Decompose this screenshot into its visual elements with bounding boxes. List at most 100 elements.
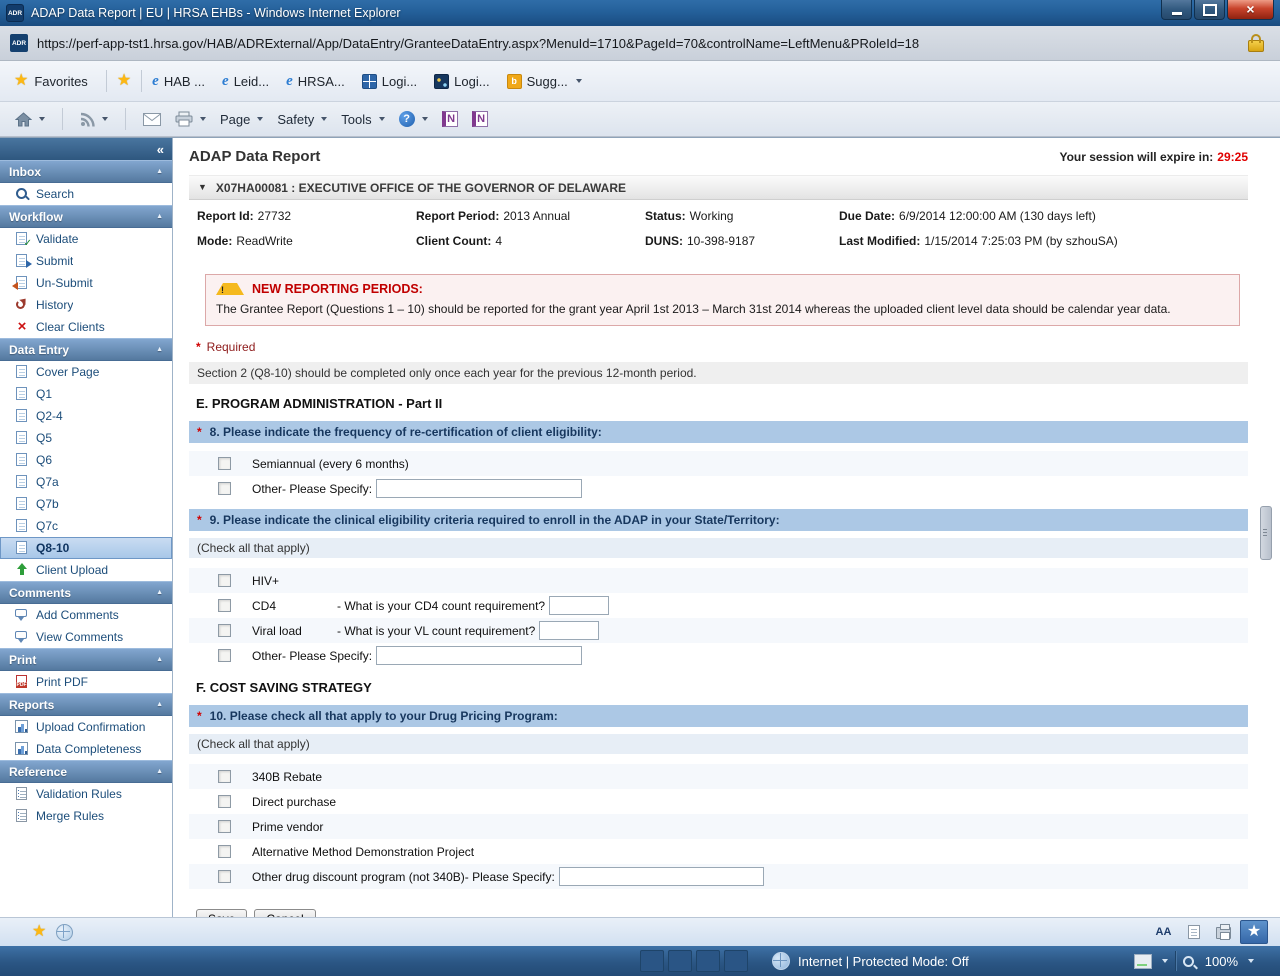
q9-viral-load-checkbox[interactable]: [218, 624, 231, 637]
sidebar-item-q5[interactable]: Q5: [0, 427, 172, 449]
compatibility-view-icon[interactable]: [1134, 954, 1152, 969]
sidebar-item-submit[interactable]: Submit: [0, 250, 172, 272]
sidebar-item-q8-10[interactable]: Q8-10: [0, 537, 172, 559]
favorite-item-leid[interactable]: e Leid...: [222, 74, 269, 89]
favorite-item-hrsa[interactable]: e HRSA...: [286, 74, 345, 89]
sidebar-item-client-upload[interactable]: Client Upload: [0, 559, 172, 581]
sidebar-section-data-entry[interactable]: Data Entry: [0, 338, 172, 361]
onenote-icon: N: [442, 111, 458, 127]
security-zone[interactable]: Internet | Protected Mode: Off: [772, 946, 969, 976]
separator: [141, 70, 142, 92]
sidebar-section-reference[interactable]: Reference: [0, 760, 172, 783]
sidebar-item-q6[interactable]: Q6: [0, 449, 172, 471]
page-menu[interactable]: Page: [213, 108, 270, 131]
sidebar-section-print[interactable]: Print: [0, 648, 172, 671]
favorites-star-icon[interactable]: [32, 924, 46, 940]
home-button[interactable]: [8, 108, 52, 131]
section-note: Section 2 (Q8-10) should be completed on…: [189, 362, 1248, 384]
collapse-arrow-icon: [156, 701, 163, 708]
favorites-star-icon[interactable]: [14, 73, 28, 89]
sidebar-section-reports[interactable]: Reports: [0, 693, 172, 716]
sidebar-item-merge-rules[interactable]: Merge Rules: [0, 805, 172, 827]
sidebar-item-history[interactable]: History: [0, 294, 172, 316]
cancel-button[interactable]: Cancel: [254, 909, 315, 917]
chevron-down-icon[interactable]: [1248, 959, 1254, 963]
sidebar-item-q7b[interactable]: Q7b: [0, 493, 172, 515]
q10-other-input[interactable]: [559, 867, 764, 886]
sidebar-item-q7a[interactable]: Q7a: [0, 471, 172, 493]
onenote-linked-notes-button[interactable]: N: [465, 107, 495, 131]
sidebar-section-comments[interactable]: Comments: [0, 581, 172, 604]
q8-other-checkbox[interactable]: [218, 482, 231, 495]
zoom-level[interactable]: 100%: [1205, 954, 1238, 969]
favorite-item-hab[interactable]: e HAB ...: [152, 74, 205, 89]
grant-header-bar[interactable]: X07HA00081 : EXECUTIVE OFFICE OF THE GOV…: [189, 175, 1248, 200]
q9-check-all-note: (Check all that apply): [189, 538, 1248, 558]
ssl-lock-icon[interactable]: [1248, 40, 1264, 52]
tools-menu[interactable]: Tools: [334, 108, 391, 131]
q9-other-checkbox[interactable]: [218, 649, 231, 662]
maximize-button[interactable]: [1194, 0, 1225, 20]
sidebar-item-clear-clients[interactable]: Clear Clients: [0, 316, 172, 338]
zone-globe-icon[interactable]: [56, 924, 73, 941]
favorite-item-login-1[interactable]: Logi...: [362, 74, 417, 89]
sidebar-item-q2-4[interactable]: Q2-4: [0, 405, 172, 427]
close-button[interactable]: ×: [1227, 0, 1274, 20]
q9-cd4-checkbox[interactable]: [218, 599, 231, 612]
sidebar-section-workflow[interactable]: Workflow: [0, 205, 172, 228]
sidebar-item-un-submit[interactable]: Un-Submit: [0, 272, 172, 294]
sidebar-item-add-comments[interactable]: Add Comments: [0, 604, 172, 626]
favorites-center-button[interactable]: [1240, 920, 1268, 944]
sidebar-collapse-button[interactable]: «: [0, 138, 172, 160]
q8-other-input[interactable]: [376, 479, 582, 498]
quick-print-button[interactable]: [1210, 920, 1237, 944]
help-menu[interactable]: ?: [392, 107, 435, 131]
add-favorite-icon[interactable]: [117, 73, 131, 89]
save-button[interactable]: Save: [196, 909, 247, 917]
safety-menu[interactable]: Safety: [270, 108, 334, 131]
feeds-button[interactable]: [73, 108, 115, 131]
vl-requirement-input[interactable]: [539, 621, 599, 640]
q10-alternative-method-checkbox[interactable]: [218, 845, 231, 858]
report-content: ADAP Data Report Your session will expir…: [173, 138, 1280, 917]
document-icon: [15, 387, 29, 401]
chevron-down-icon: [39, 117, 45, 121]
onenote-send-button[interactable]: N: [435, 107, 465, 131]
separator: [106, 70, 107, 92]
sidebar-item-q7c[interactable]: Q7c: [0, 515, 172, 537]
q9-other-input[interactable]: [376, 646, 582, 665]
cd4-requirement-input[interactable]: [549, 596, 609, 615]
section-title: Comments: [9, 586, 71, 600]
q8-semiannual-checkbox[interactable]: [218, 457, 231, 470]
reading-view-button[interactable]: [1180, 920, 1207, 944]
q10-prime-vendor-checkbox[interactable]: [218, 820, 231, 833]
sidebar-section-inbox[interactable]: Inbox: [0, 160, 172, 183]
q10-340b-rebate-checkbox[interactable]: [218, 770, 231, 783]
favorites-label[interactable]: Favorites: [34, 74, 87, 89]
chevron-down-icon[interactable]: [1162, 959, 1168, 963]
sidebar-item-print-pdf[interactable]: Print PDF: [0, 671, 172, 693]
favorite-item-suggested-sites[interactable]: b Sugg...: [507, 74, 582, 89]
report-id: Report Id:27732: [197, 209, 416, 223]
sidebar-item-q1[interactable]: Q1: [0, 383, 172, 405]
sidebar-item-data-completeness[interactable]: Data Completeness: [0, 738, 172, 760]
sidebar-item-upload-confirmation[interactable]: Upload Confirmation: [0, 716, 172, 738]
vertical-scrollbar-thumb[interactable]: [1260, 506, 1272, 560]
favorite-item-login-2[interactable]: Logi...: [434, 74, 489, 89]
sidebar-item-validate[interactable]: Validate: [0, 228, 172, 250]
print-button[interactable]: [168, 107, 213, 131]
tools-menu-label: Tools: [341, 112, 371, 127]
sidebar-item-view-comments[interactable]: View Comments: [0, 626, 172, 648]
ie-icon: e: [152, 74, 159, 89]
sidebar-item-search[interactable]: Search: [0, 183, 172, 205]
q10-other-checkbox[interactable]: [218, 870, 231, 883]
url-field[interactable]: https://perf-app-tst1.hrsa.gov/HAB/ADREx…: [37, 36, 919, 51]
sidebar-item-cover-page[interactable]: Cover Page: [0, 361, 172, 383]
font-size-button[interactable]: AA: [1150, 920, 1177, 944]
sidebar-item-validation-rules[interactable]: Validation Rules: [0, 783, 172, 805]
window-title: ADAP Data Report | EU | HRSA EHBs - Wind…: [31, 6, 401, 20]
minimize-button[interactable]: [1161, 0, 1192, 20]
q9-hiv-checkbox[interactable]: [218, 574, 231, 587]
read-mail-button[interactable]: [136, 109, 168, 130]
q10-direct-purchase-checkbox[interactable]: [218, 795, 231, 808]
